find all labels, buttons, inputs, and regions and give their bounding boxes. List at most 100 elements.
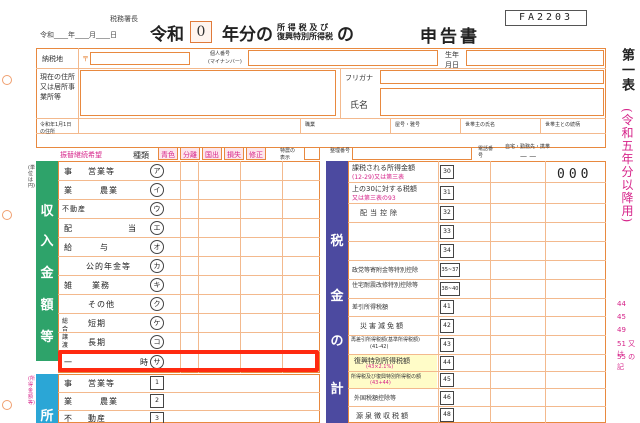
side-ref: 44 — [617, 300, 626, 308]
era-label: 令和 — [150, 24, 184, 45]
phone-dash: — — — [520, 152, 537, 160]
tax-kind: 所 得 税 及 び復興特別所得税 — [277, 22, 333, 41]
shotoku-group: 業 — [64, 397, 73, 406]
tax-row-sub: (12-29)又は第三表 — [352, 174, 405, 181]
side-ref: 55 の記 — [617, 353, 636, 371]
head-name-label: 世帯主の氏名 — [465, 122, 496, 128]
kind-kokushutsu[interactable]: 国出 — [202, 147, 222, 160]
num-32: 32 — [440, 206, 454, 220]
name-field[interactable] — [380, 88, 604, 116]
form-number: FA2203 — [505, 10, 587, 26]
income-group: 不動産 — [62, 205, 86, 213]
code-a: ア — [150, 164, 164, 178]
income-row-label: 短期 — [88, 319, 106, 328]
num-42: 42 — [440, 319, 454, 333]
special-label: 特農の表示 — [280, 148, 296, 161]
tax-row-label: 政党等寄附金等特別控除 — [352, 267, 419, 274]
income-group: 給 — [64, 243, 73, 252]
num-34: 34 — [440, 244, 454, 258]
mynumber-field[interactable] — [248, 50, 438, 66]
mynumber-sub: (マイナンバー) — [208, 59, 242, 65]
furigana-field[interactable] — [380, 70, 604, 84]
trade-name-label: 屋号・雅号 — [395, 122, 421, 128]
num-48: 48 — [440, 408, 454, 422]
num-46: 46 — [440, 391, 454, 405]
side-ref: 45 — [617, 313, 626, 321]
furigana-label: フリガナ — [345, 74, 373, 82]
code-2: 2 — [150, 394, 164, 408]
kind-blue[interactable]: 青色 — [158, 147, 178, 160]
ichiji-row-highlight[interactable] — [58, 350, 319, 372]
income-group: 業 — [64, 186, 73, 195]
code-ko: コ — [150, 335, 164, 349]
address-field[interactable] — [90, 52, 190, 65]
current-address-field[interactable] — [80, 70, 336, 116]
shotoku-side: (所得金額等) — [28, 376, 35, 406]
tax-row-label: 所得税及び復興特別所得税の額 — [351, 374, 422, 380]
year-input[interactable]: 0 — [190, 21, 212, 43]
tax-title-char: 税 — [330, 234, 344, 249]
kind-sonshitsu[interactable]: 損失 — [224, 147, 244, 160]
shotoku-row-label: 営業等 — [88, 379, 115, 388]
side-ref: 49 — [617, 326, 626, 334]
special-field[interactable] — [304, 147, 320, 160]
phone-sub: 自宅・勤務先・携帯 — [505, 144, 551, 150]
tax-title-char: 計 — [330, 382, 344, 397]
income-title-char: 入 — [40, 234, 54, 249]
num-43: 43 — [440, 338, 454, 352]
binder-hole — [2, 75, 12, 85]
title-row: 令和 0 年分の 所 得 税 及 び復興特別所得税 の — [150, 18, 354, 46]
binder-hole — [2, 210, 12, 220]
code-ke: ケ — [150, 316, 164, 330]
income-row-label: 業務 — [92, 281, 110, 290]
num-44: 44 — [440, 356, 454, 370]
tax-title-char: 金 — [330, 289, 344, 304]
tax-row-sub: (41-42) — [370, 344, 389, 350]
year-suffix: 年分の — [222, 24, 273, 45]
code-ki: キ — [150, 278, 164, 292]
shotoku-group: 事 — [64, 379, 73, 388]
shotoku-title: 所 — [40, 409, 54, 423]
code-u: ウ — [150, 202, 164, 216]
num-38-40: 38~40 — [440, 282, 460, 296]
date-line: 令和____年____月____日 — [40, 31, 117, 39]
unit-label: (単位は円) — [28, 165, 35, 189]
tax-row-sub: (43×2.1%) — [366, 364, 394, 370]
income-group: 配 — [64, 224, 73, 233]
kind-bunri[interactable]: 分離 — [180, 147, 200, 160]
seiri-field[interactable] — [352, 147, 472, 160]
tax-row-label: 再差引所得税額(基準所得税額) — [351, 337, 420, 343]
income-title-char: 収 — [40, 204, 54, 219]
tax-row-label: 配当控除 — [360, 209, 400, 217]
income-row-label: 公的年金等 — [86, 262, 131, 271]
code-1: 1 — [150, 376, 164, 390]
tax-row-label: 差引所得税額 — [352, 304, 389, 311]
income-title-char: 金 — [40, 266, 54, 281]
num-35-37: 35~37 — [440, 263, 460, 277]
birth-field[interactable] — [466, 50, 604, 66]
current-address-label: 現在の住所又は居所事業所等 — [40, 73, 75, 101]
code-e: エ — [150, 221, 164, 235]
binder-hole — [2, 400, 12, 410]
income-row-label: 農業 — [100, 186, 118, 195]
tax-title-char: の — [330, 334, 344, 349]
num-31: 31 — [440, 186, 454, 200]
income-group: 事 — [64, 167, 73, 176]
tax-row-label: 源泉徴収税額 — [356, 412, 410, 420]
num-45: 45 — [440, 373, 454, 387]
phone-label: 電話番号 — [478, 146, 494, 159]
head-relation-label: 世帯主との続柄 — [545, 122, 580, 128]
jan1-label: 令和年1月1日の住所 — [40, 122, 72, 135]
document-title: 申告書 — [420, 27, 480, 47]
transfer-hint: 振替継続希望 — [60, 151, 102, 159]
code-ku: ク — [150, 297, 164, 311]
num-30: 30 — [440, 165, 454, 179]
tax-row-label: 外国税額控除等 — [354, 395, 397, 402]
income-title-char: 等 — [40, 330, 54, 345]
shotoku-row-label: 農業 — [100, 397, 118, 406]
kind-shusei[interactable]: 修正 — [246, 147, 266, 160]
income-group: 雑 — [64, 281, 73, 290]
kind-label: 種類 — [133, 151, 149, 160]
table-title: 第一表 — [619, 48, 634, 93]
seiri-label: 整理番号 — [330, 148, 351, 154]
